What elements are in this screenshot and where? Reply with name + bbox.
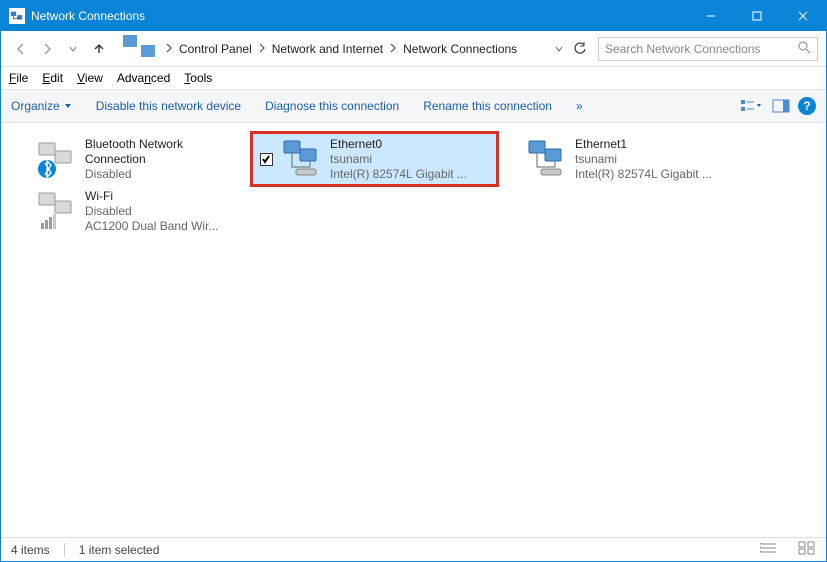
item-status: tsunami (330, 152, 467, 167)
menu-view[interactable]: View (77, 71, 103, 85)
item-status: Disabled (85, 204, 218, 219)
minimize-button[interactable] (688, 1, 734, 31)
breadcrumb-network-connections[interactable]: Network Connections (401, 42, 519, 56)
forward-button[interactable] (35, 37, 59, 61)
search-input[interactable]: Search Network Connections (598, 37, 818, 61)
breadcrumb-control-panel[interactable]: Control Panel (177, 42, 254, 56)
view-options-button[interactable] (738, 93, 764, 119)
menu-file[interactable]: File (9, 71, 28, 85)
status-bar: 4 items 1 item selected (1, 537, 826, 561)
diagnose-button[interactable]: Diagnose this connection (265, 99, 399, 113)
overflow-button[interactable]: » (576, 99, 583, 113)
item-detail: AC1200 Dual Band Wir... (85, 219, 218, 234)
menu-bar: File Edit View Advanced Tools (1, 67, 826, 89)
window-title: Network Connections (31, 9, 688, 23)
large-icons-view-button[interactable] (798, 541, 816, 558)
ethernet-icon (280, 137, 324, 181)
item-name: Wi-Fi (85, 189, 218, 204)
maximize-button[interactable] (734, 1, 780, 31)
back-button[interactable] (9, 37, 33, 61)
item-name: Ethernet1 (575, 137, 712, 152)
wifi-icon (35, 189, 79, 233)
content-area: Bluetooth Network Connection Disabled Et… (1, 123, 826, 537)
rename-button[interactable]: Rename this connection (423, 99, 552, 113)
recent-dropdown[interactable] (61, 37, 85, 61)
item-status: tsunami (575, 152, 712, 167)
chevron-right-icon (165, 42, 173, 56)
connection-item-bluetooth[interactable]: Bluetooth Network Connection Disabled (7, 133, 252, 185)
connection-item-wifi[interactable]: Wi-Fi Disabled AC1200 Dual Band Wir... (7, 185, 252, 237)
address-bar-row: Control Panel Network and Internet Netwo… (1, 31, 826, 67)
close-button[interactable] (780, 1, 826, 31)
command-bar: Organize Disable this network device Dia… (1, 89, 826, 123)
breadcrumb-network-internet[interactable]: Network and Internet (270, 42, 385, 56)
ethernet-icon (525, 137, 569, 181)
item-checkbox[interactable] (260, 153, 273, 166)
location-icon (117, 25, 161, 72)
menu-tools[interactable]: Tools (184, 71, 212, 85)
bluetooth-icon (35, 137, 79, 181)
item-detail: Intel(R) 82574L Gigabit ... (575, 167, 712, 182)
address-bar[interactable]: Control Panel Network and Internet Netwo… (117, 37, 546, 61)
item-detail: Intel(R) 82574L Gigabit ... (330, 167, 467, 182)
up-button[interactable] (87, 37, 111, 61)
menu-advanced[interactable]: Advanced (117, 71, 170, 85)
organize-button[interactable]: Organize (11, 99, 72, 113)
selection-count: 1 item selected (79, 543, 160, 557)
search-placeholder: Search Network Connections (605, 42, 760, 56)
connection-item-ethernet1[interactable]: Ethernet1 tsunami Intel(R) 82574L Gigabi… (497, 133, 742, 185)
chevron-right-icon (258, 42, 266, 56)
item-status: Disabled (85, 167, 246, 182)
preview-pane-button[interactable] (768, 93, 794, 119)
search-icon (798, 41, 811, 57)
menu-edit[interactable]: Edit (42, 71, 63, 85)
address-dropdown[interactable] (550, 44, 568, 54)
item-name: Ethernet0 (330, 137, 467, 152)
help-button[interactable]: ? (798, 97, 816, 115)
disable-device-button[interactable]: Disable this network device (96, 99, 241, 113)
item-name: Bluetooth Network Connection (85, 137, 246, 167)
refresh-button[interactable] (568, 37, 592, 61)
app-icon (9, 8, 25, 24)
item-count: 4 items (11, 543, 50, 557)
connection-item-ethernet0[interactable]: Ethernet0 tsunami Intel(R) 82574L Gigabi… (252, 133, 497, 185)
details-view-button[interactable] (760, 541, 778, 558)
chevron-right-icon (389, 42, 397, 56)
